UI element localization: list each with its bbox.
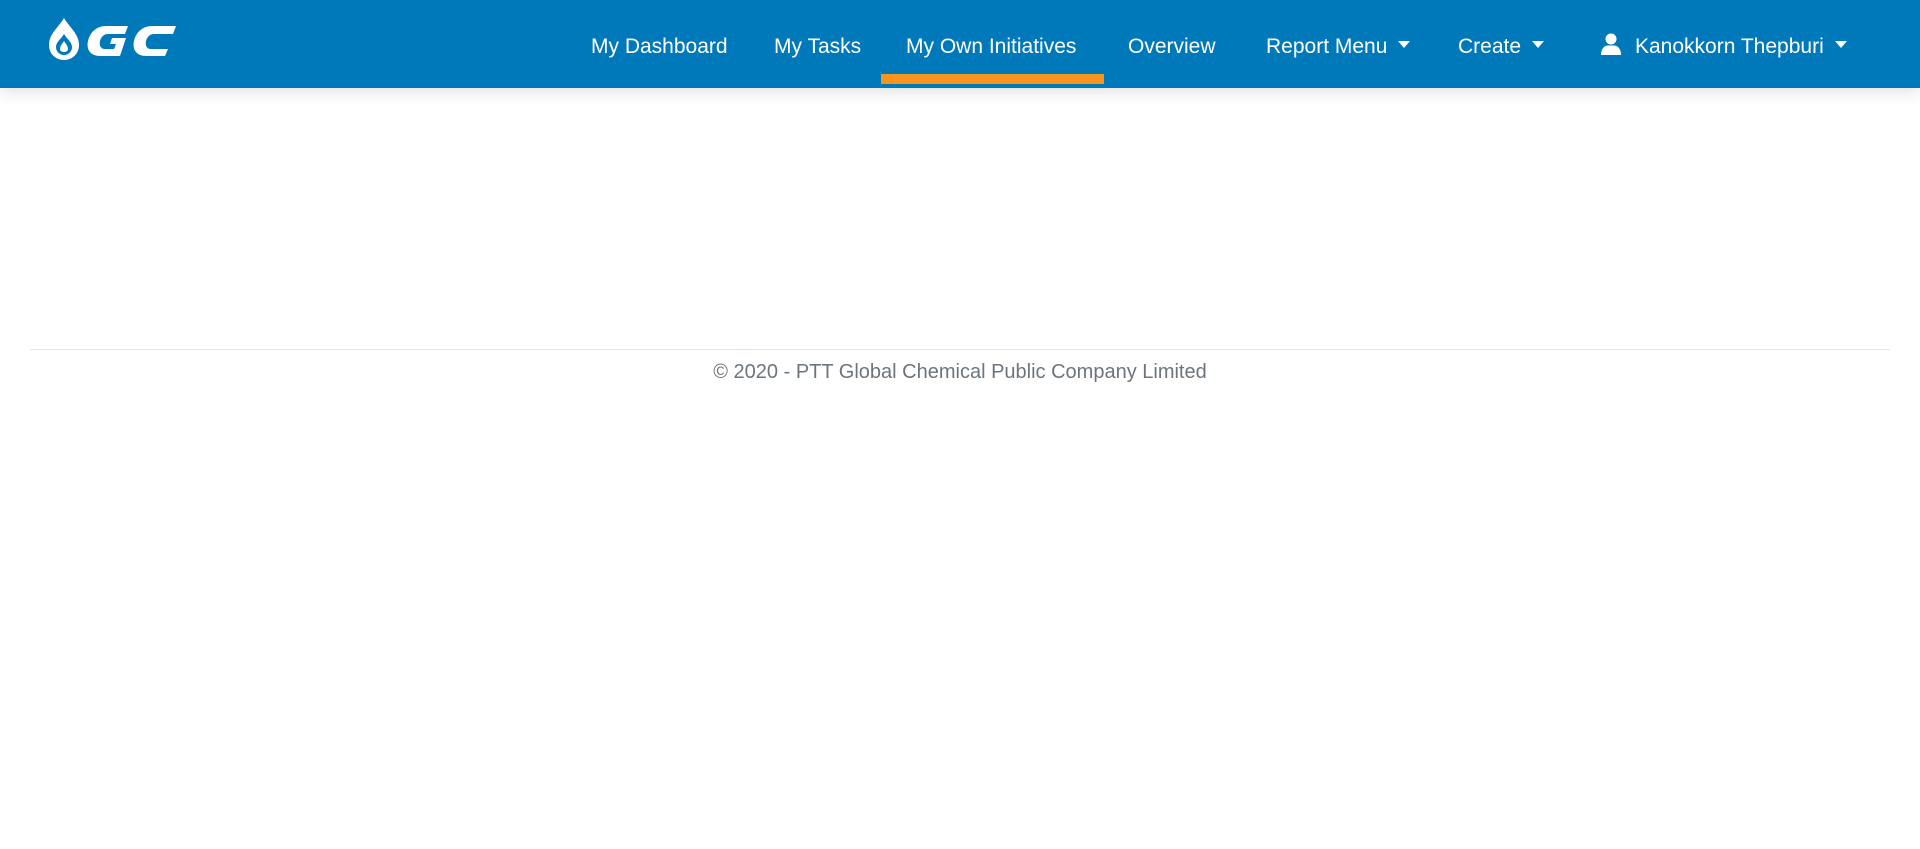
user-icon <box>1601 33 1621 56</box>
nav-overview-label: Overview <box>1128 35 1216 58</box>
active-tab-indicator <box>881 74 1104 84</box>
nav-my-tasks-label: My Tasks <box>774 35 862 58</box>
footer-divider <box>30 349 1890 350</box>
caret-down-icon <box>1532 40 1545 48</box>
nav-my-own-initiatives-label: My Own Initiatives <box>906 35 1077 58</box>
nav-report-menu-label: Report Menu <box>1266 35 1388 58</box>
nav-create-dropdown[interactable]: Create <box>1458 0 1545 88</box>
nav-my-dashboard-label: My Dashboard <box>591 35 728 58</box>
nav-overview[interactable]: Overview <box>1128 0 1216 88</box>
nav-report-menu-dropdown[interactable]: Report Menu <box>1266 0 1411 88</box>
nav-create-label: Create <box>1458 35 1522 58</box>
caret-down-icon <box>1834 40 1847 48</box>
user-name: Kanokkorn Thepburi <box>1635 35 1824 58</box>
gc-logo[interactable] <box>48 14 180 64</box>
top-navbar: My Dashboard My Tasks My Own Initiatives… <box>0 0 1920 88</box>
nav-my-tasks[interactable]: My Tasks <box>774 0 861 88</box>
nav-my-dashboard[interactable]: My Dashboard <box>591 0 728 88</box>
user-menu-dropdown[interactable]: Kanokkorn Thepburi <box>1601 0 1847 88</box>
caret-down-icon <box>1398 40 1411 48</box>
footer-copyright: © 2020 - PTT Global Chemical Public Comp… <box>713 361 1207 383</box>
